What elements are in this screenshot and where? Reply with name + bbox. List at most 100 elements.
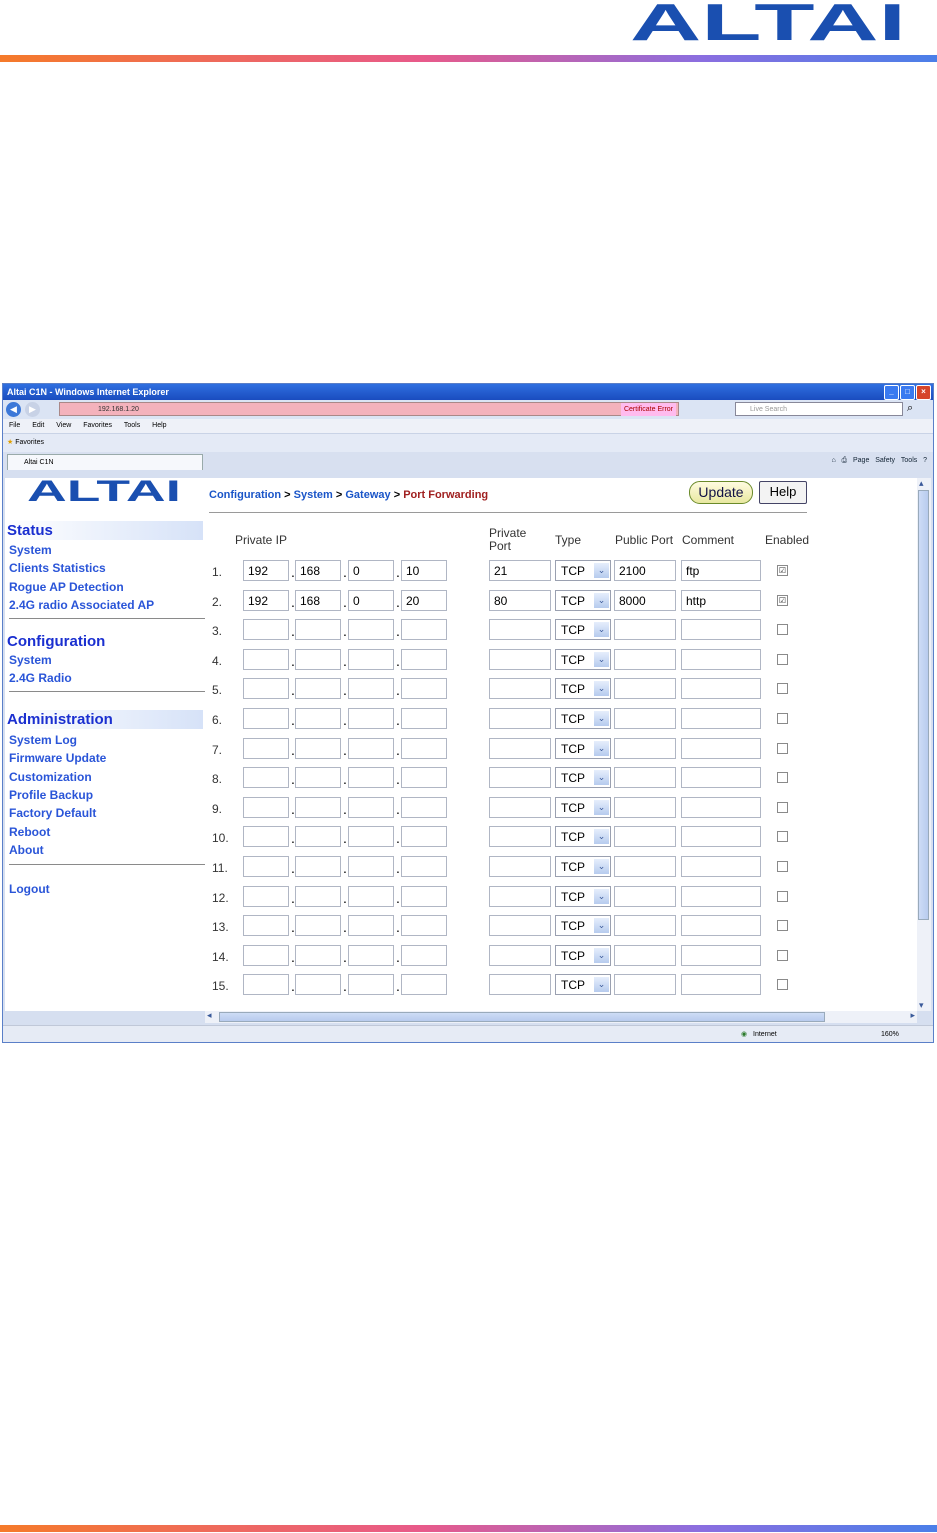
protocol-type-select[interactable]: TCP ⌄ bbox=[555, 826, 611, 848]
public-port-input[interactable]: 8000 bbox=[614, 589, 676, 611]
public-port-input[interactable] bbox=[614, 974, 676, 996]
private-ip-octet-4-input[interactable] bbox=[401, 915, 447, 937]
enabled-checkbox[interactable] bbox=[777, 979, 788, 991]
public-port-input[interactable] bbox=[614, 826, 676, 848]
chevron-down-icon[interactable]: ⌄ bbox=[594, 740, 609, 756]
public-port-input[interactable] bbox=[614, 885, 676, 907]
public-port-input[interactable] bbox=[614, 708, 676, 729]
private-port-input[interactable]: 80 bbox=[489, 589, 551, 611]
protocol-type-select[interactable]: TCP ⌄ bbox=[555, 767, 611, 789]
search-icon[interactable]: ⌕ bbox=[907, 402, 913, 415]
horizontal-scroll-thumb[interactable] bbox=[219, 1012, 825, 1022]
help-icon[interactable]: ? bbox=[923, 457, 927, 464]
public-port-input[interactable] bbox=[614, 767, 676, 789]
private-ip-octet-3-input[interactable] bbox=[348, 944, 394, 966]
private-ip-octet-2-input[interactable] bbox=[295, 915, 341, 937]
private-ip-octet-1-input[interactable] bbox=[243, 826, 289, 848]
menu-edit[interactable]: Edit bbox=[32, 422, 44, 429]
private-ip-octet-4-input[interactable]: 10 bbox=[401, 560, 447, 581]
private-ip-octet-1-input[interactable] bbox=[243, 648, 289, 670]
vertical-scroll-thumb[interactable] bbox=[918, 490, 929, 920]
enabled-checkbox[interactable] bbox=[777, 624, 788, 636]
breadcrumb-configuration[interactable]: Configuration bbox=[209, 489, 281, 501]
private-ip-octet-4-input[interactable] bbox=[401, 648, 447, 670]
private-ip-octet-4-input[interactable] bbox=[401, 974, 447, 996]
private-ip-octet-4-input[interactable]: 20 bbox=[401, 589, 447, 611]
private-ip-octet-4-input[interactable] bbox=[401, 737, 447, 759]
private-ip-octet-2-input[interactable] bbox=[295, 796, 341, 818]
chevron-down-icon[interactable]: ⌄ bbox=[594, 681, 609, 697]
scroll-left-icon[interactable]: ◂ bbox=[207, 1010, 212, 1021]
vertical-scrollbar[interactable]: ▴ ▾ bbox=[917, 478, 931, 1011]
private-ip-octet-4-input[interactable] bbox=[401, 826, 447, 848]
public-port-input[interactable] bbox=[614, 648, 676, 670]
close-icon[interactable]: × bbox=[916, 385, 931, 400]
comment-input[interactable]: http bbox=[681, 589, 761, 611]
private-ip-octet-3-input[interactable]: 0 bbox=[348, 560, 394, 581]
comment-input[interactable] bbox=[681, 708, 761, 729]
private-ip-octet-2-input[interactable] bbox=[295, 944, 341, 966]
enabled-checkbox[interactable] bbox=[777, 861, 788, 872]
scroll-up-icon[interactable]: ▴ bbox=[919, 478, 924, 489]
public-port-input[interactable] bbox=[614, 678, 676, 700]
protocol-type-select[interactable]: TCP ⌄ bbox=[555, 737, 611, 759]
private-ip-octet-2-input[interactable] bbox=[295, 974, 341, 996]
private-ip-octet-2-input[interactable] bbox=[295, 678, 341, 700]
scroll-down-icon[interactable]: ▾ bbox=[919, 1000, 924, 1011]
private-ip-octet-1-input[interactable]: 192 bbox=[243, 589, 289, 611]
private-port-input[interactable] bbox=[489, 648, 551, 670]
search-input[interactable]: Live Search bbox=[735, 402, 903, 416]
print-icon[interactable]: ⎙ bbox=[842, 457, 848, 464]
public-port-input[interactable] bbox=[614, 737, 676, 759]
private-ip-octet-1-input[interactable]: 192 bbox=[243, 560, 289, 581]
comment-input[interactable] bbox=[681, 767, 761, 789]
private-port-input[interactable] bbox=[489, 767, 551, 789]
private-ip-octet-3-input[interactable] bbox=[348, 856, 394, 877]
private-port-input[interactable] bbox=[489, 826, 551, 848]
private-ip-octet-4-input[interactable] bbox=[401, 619, 447, 641]
protocol-type-select[interactable]: TCP ⌄ bbox=[555, 560, 611, 581]
private-port-input[interactable] bbox=[489, 974, 551, 996]
private-ip-octet-3-input[interactable] bbox=[348, 678, 394, 700]
chevron-down-icon[interactable]: ⌄ bbox=[594, 563, 609, 578]
update-button[interactable]: Update bbox=[689, 481, 753, 504]
private-port-input[interactable] bbox=[489, 944, 551, 966]
breadcrumb-system[interactable]: System bbox=[294, 489, 333, 501]
tab-altai[interactable]: Altai C1N bbox=[7, 454, 203, 470]
private-ip-octet-3-input[interactable] bbox=[348, 885, 394, 907]
private-ip-octet-1-input[interactable] bbox=[243, 619, 289, 641]
chevron-down-icon[interactable]: ⌄ bbox=[594, 918, 609, 934]
comment-input[interactable] bbox=[681, 856, 761, 877]
private-ip-octet-2-input[interactable]: 168 bbox=[295, 589, 341, 611]
page-menu[interactable]: Page bbox=[853, 457, 869, 464]
menu-favorites[interactable]: Favorites bbox=[83, 422, 112, 429]
private-ip-octet-4-input[interactable] bbox=[401, 796, 447, 818]
menu-help[interactable]: Help bbox=[152, 422, 166, 429]
sidebar-item-status-system[interactable]: System bbox=[9, 543, 52, 558]
public-port-input[interactable] bbox=[614, 619, 676, 641]
tools-menu[interactable]: Tools bbox=[901, 457, 917, 464]
private-ip-octet-2-input[interactable]: 168 bbox=[295, 560, 341, 581]
protocol-type-select[interactable]: TCP ⌄ bbox=[555, 796, 611, 818]
chevron-down-icon[interactable]: ⌄ bbox=[594, 859, 609, 874]
private-ip-octet-2-input[interactable] bbox=[295, 737, 341, 759]
minimize-icon[interactable]: _ bbox=[884, 385, 899, 400]
menu-view[interactable]: View bbox=[56, 422, 71, 429]
private-ip-octet-1-input[interactable] bbox=[243, 796, 289, 818]
public-port-input[interactable] bbox=[614, 796, 676, 818]
private-ip-octet-2-input[interactable] bbox=[295, 619, 341, 641]
private-ip-octet-2-input[interactable] bbox=[295, 826, 341, 848]
enabled-checkbox[interactable]: ☑ bbox=[777, 594, 788, 606]
private-ip-octet-1-input[interactable] bbox=[243, 915, 289, 937]
private-ip-octet-3-input[interactable] bbox=[348, 767, 394, 789]
private-ip-octet-4-input[interactable] bbox=[401, 678, 447, 700]
enabled-checkbox[interactable] bbox=[777, 742, 788, 754]
private-ip-octet-1-input[interactable] bbox=[243, 944, 289, 966]
private-ip-octet-2-input[interactable] bbox=[295, 708, 341, 729]
private-ip-octet-3-input[interactable]: 0 bbox=[348, 589, 394, 611]
protocol-type-select[interactable]: TCP ⌄ bbox=[555, 678, 611, 700]
private-port-input[interactable] bbox=[489, 915, 551, 937]
private-ip-octet-3-input[interactable] bbox=[348, 737, 394, 759]
chevron-down-icon[interactable]: ⌄ bbox=[594, 947, 609, 963]
chevron-down-icon[interactable]: ⌄ bbox=[594, 799, 609, 815]
